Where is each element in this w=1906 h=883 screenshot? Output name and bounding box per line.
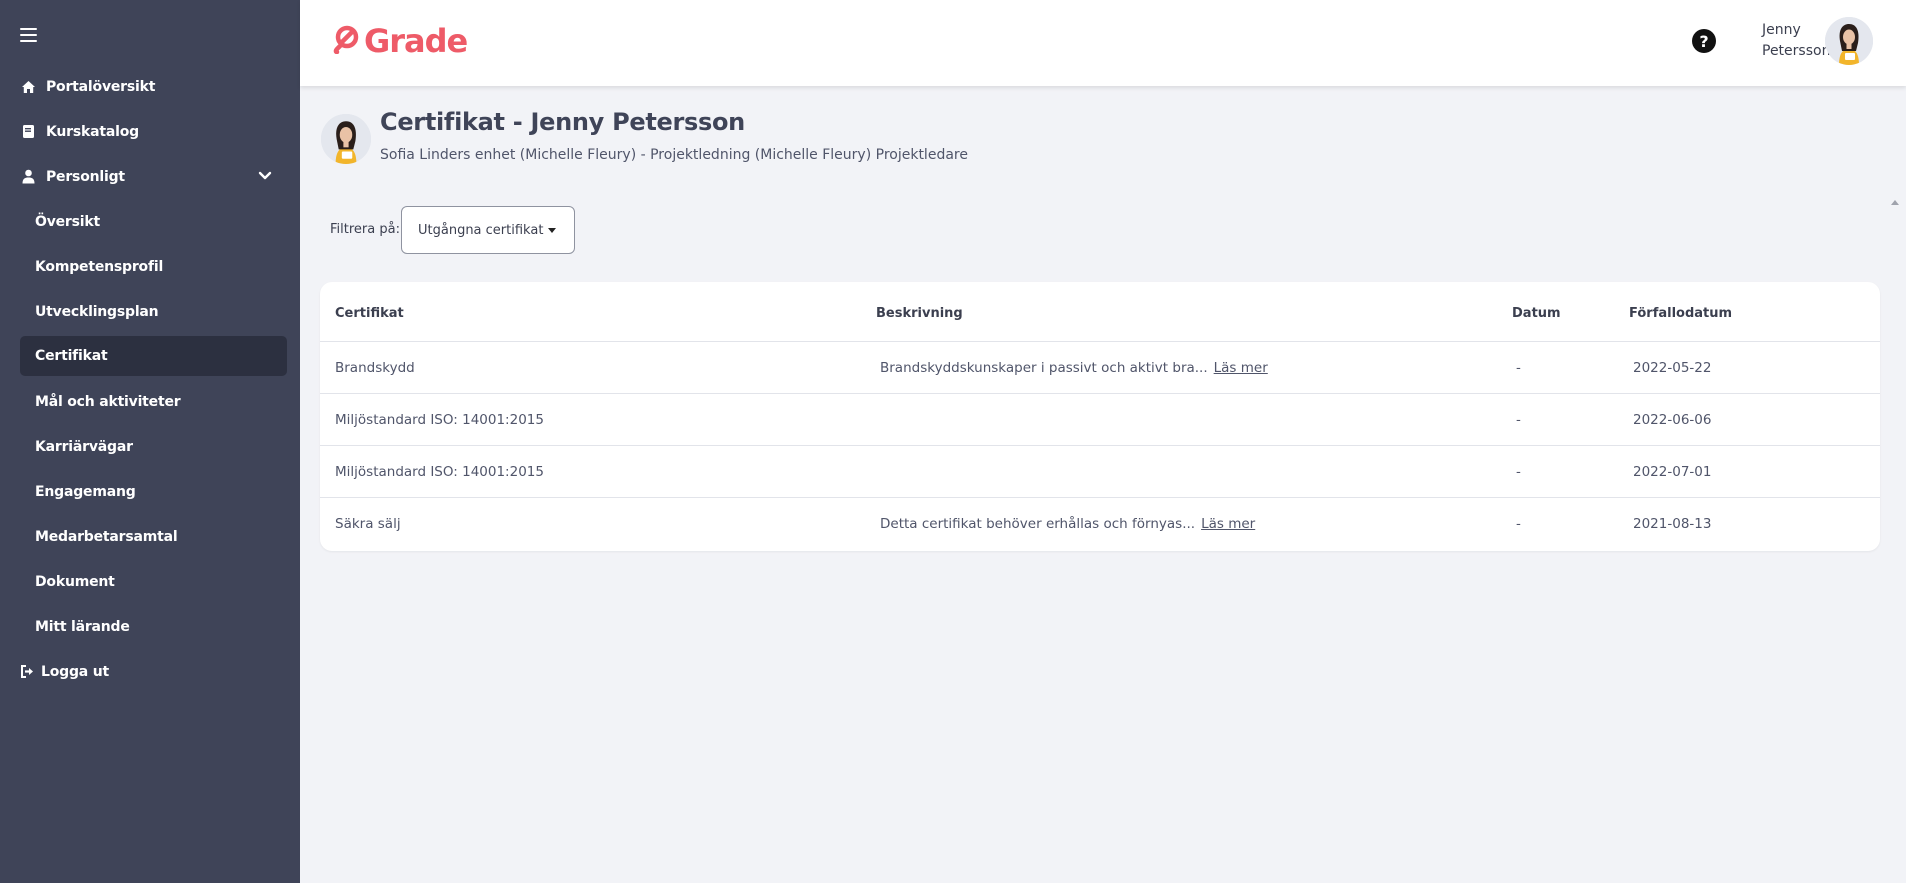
sidebar-item-logout[interactable]: Logga ut (0, 649, 300, 694)
sidebar-item-label: Portalöversikt (46, 78, 156, 95)
column-header-expiry[interactable]: Förfallodatum (1629, 306, 1732, 321)
sidebar-subitem-kompetensprofil[interactable]: Kompetensprofil (0, 244, 280, 289)
chevron-down-icon[interactable] (258, 169, 272, 185)
cell-certificate: Säkra sälj (335, 516, 401, 532)
table-row: Säkra sälj Detta certifikat behöver erhå… (320, 498, 1880, 550)
book-icon (21, 124, 36, 139)
description-text: Brandskyddskunskaper i passivt och aktiv… (880, 360, 1208, 376)
sidebar-item-label: Certifikat (35, 348, 108, 364)
cell-date: - (1516, 360, 1521, 376)
filter-label: Filtrera på: (330, 222, 400, 237)
table-row: Miljöstandard ISO: 14001:2015 - 2022-06-… (320, 394, 1880, 446)
filter-dropdown[interactable]: Utgångna certifikat (401, 206, 575, 254)
cell-certificate: Brandskydd (335, 360, 415, 376)
sidebar-item-label: Engagemang (35, 483, 136, 500)
sidebar-item-label: Utvecklingsplan (35, 303, 159, 320)
cell-expiry: 2022-05-22 (1633, 360, 1712, 376)
cell-date: - (1516, 464, 1521, 480)
sidebar-item-label: Kompetensprofil (35, 258, 164, 275)
profile-avatar (321, 114, 371, 164)
table-row: Brandskydd Brandskyddskunskaper i passiv… (320, 342, 1880, 394)
grade-logo[interactable]: Grade (332, 22, 468, 60)
sidebar-item-label: Logga ut (41, 663, 109, 680)
avatar[interactable] (1825, 17, 1873, 65)
page-title: Certifikat - Jenny Petersson (380, 108, 745, 136)
cell-certificate: Miljöstandard ISO: 14001:2015 (335, 464, 544, 480)
table-header: Certifikat Beskrivning Datum Förfallodat… (320, 282, 1880, 342)
user-icon (21, 169, 36, 184)
table-row: Miljöstandard ISO: 14001:2015 - 2022-07-… (320, 446, 1880, 498)
logout-icon (20, 664, 35, 679)
sidebar-subitem-mitt-larande[interactable]: Mitt lärande (0, 604, 280, 649)
hamburger-menu-icon[interactable] (20, 28, 37, 42)
cell-certificate: Miljöstandard ISO: 14001:2015 (335, 412, 544, 428)
top-header: Grade ? Jenny Petersson (300, 0, 1906, 86)
sidebar-item-personligt[interactable]: Personligt (0, 154, 300, 199)
sidebar-subitem-karriarvagar[interactable]: Karriärvägar (0, 424, 280, 469)
logo-text: Grade (364, 22, 468, 60)
sidebar-subitem-mal-och-aktiviteter[interactable]: Mål och aktiviteter (0, 379, 280, 424)
cell-expiry: 2021-08-13 (1633, 516, 1712, 532)
sidebar-subitem-utvecklingsplan[interactable]: Utvecklingsplan (0, 289, 280, 334)
sidebar-item-label: Kurskatalog (46, 123, 139, 140)
sidebar-subitem-engagemang[interactable]: Engagemang (0, 469, 280, 514)
filter-selected-value: Utgångna certifikat (418, 222, 544, 238)
sidebar-item-label: Personligt (46, 168, 125, 185)
cell-description: Brandskyddskunskaper i passivt och aktiv… (880, 360, 1268, 376)
sidebar-subitem-certifikat[interactable]: Certifikat (20, 336, 287, 376)
sidebar-nav: Portalöversikt Kurskatalog Personligt Öv… (0, 64, 300, 694)
sidebar-item-label: Medarbetarsamtal (35, 528, 178, 545)
scroll-up-icon[interactable] (1891, 200, 1899, 205)
home-icon (21, 79, 36, 94)
sidebar-item-portaloversikt[interactable]: Portalöversikt (0, 64, 300, 109)
sidebar: Portalöversikt Kurskatalog Personligt Öv… (0, 0, 300, 883)
read-more-link[interactable]: Läs mer (1201, 516, 1255, 532)
certificates-table: Certifikat Beskrivning Datum Förfallodat… (320, 282, 1880, 551)
cell-expiry: 2022-07-01 (1633, 464, 1712, 480)
cell-expiry: 2022-06-06 (1633, 412, 1712, 428)
help-icon[interactable]: ? (1692, 29, 1716, 53)
description-text: Detta certifikat behöver erhållas och fö… (880, 516, 1196, 532)
sidebar-item-label: Mål och aktiviteter (35, 393, 181, 410)
sidebar-subitem-medarbetarsamtal[interactable]: Medarbetarsamtal (0, 514, 280, 559)
caret-down-icon (548, 228, 556, 233)
cell-date: - (1516, 412, 1521, 428)
grade-logo-icon (332, 24, 360, 58)
sidebar-item-label: Mitt lärande (35, 618, 130, 635)
sidebar-subitem-dokument[interactable]: Dokument (0, 559, 280, 604)
column-header-description[interactable]: Beskrivning (876, 306, 963, 321)
page-subtitle: Sofia Linders enhet (Michelle Fleury) - … (380, 147, 968, 163)
column-header-date[interactable]: Datum (1512, 306, 1561, 321)
sidebar-item-label: Karriärvägar (35, 438, 133, 455)
sidebar-subitem-oversikt[interactable]: Översikt (0, 199, 280, 244)
cell-description: Detta certifikat behöver erhållas och fö… (880, 516, 1255, 532)
sidebar-item-kurskatalog[interactable]: Kurskatalog (0, 109, 300, 154)
cell-date: - (1516, 516, 1521, 532)
read-more-link[interactable]: Läs mer (1214, 360, 1268, 376)
sidebar-item-label: Dokument (35, 573, 115, 590)
column-header-certificate[interactable]: Certifikat (335, 306, 404, 321)
sidebar-item-label: Översikt (35, 213, 100, 230)
